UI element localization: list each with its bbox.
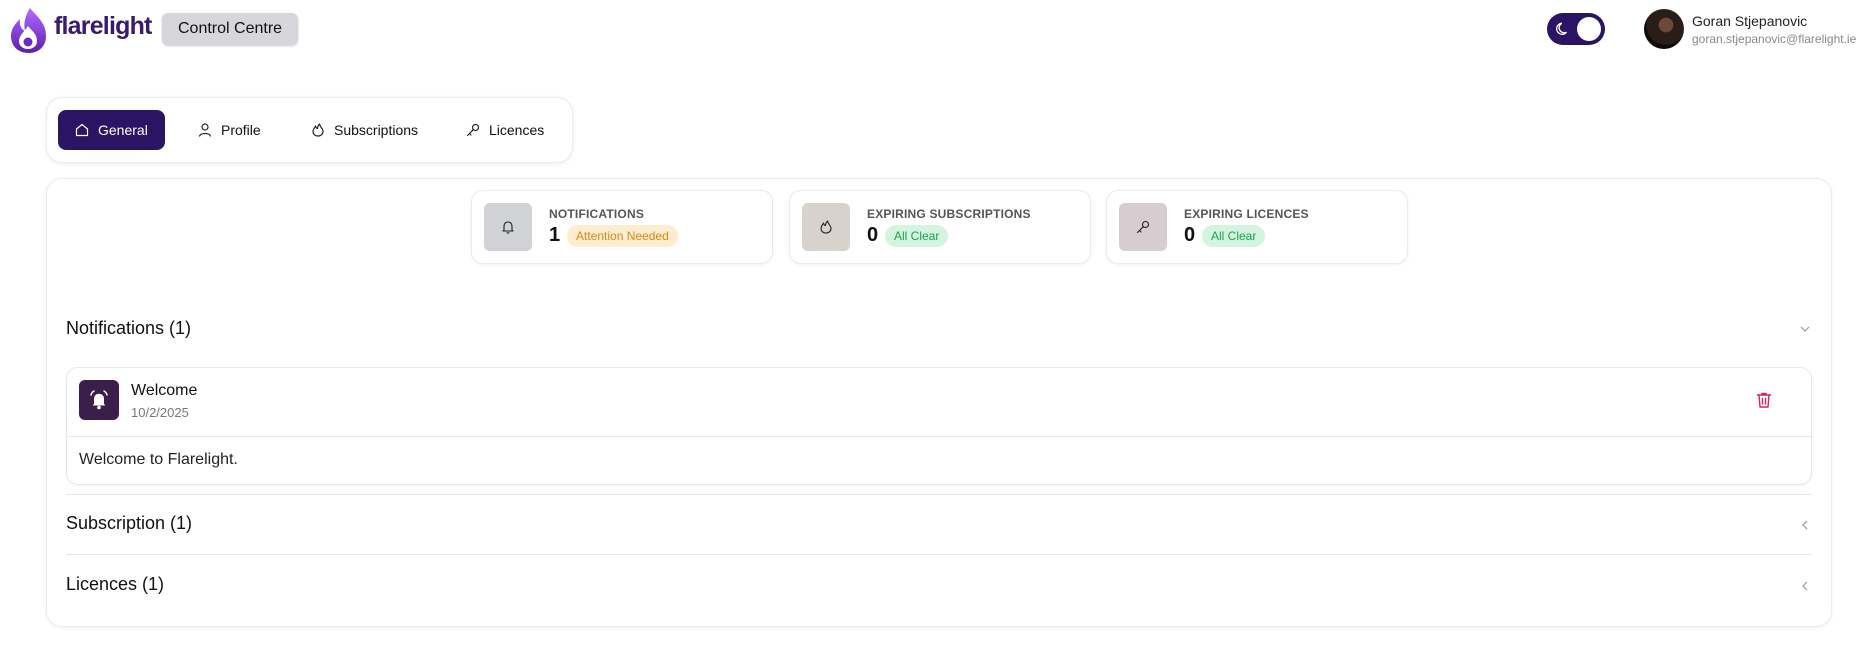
flarelight-logo-icon[interactable]	[6, 6, 52, 54]
stat-label: EXPIRING LICENCES	[1184, 207, 1309, 221]
stat-expiring-licences[interactable]: EXPIRING LICENCES 0 All Clear	[1106, 190, 1408, 264]
app-header: flarelight Control Centre Goran Stjepano…	[0, 0, 1872, 60]
notification-body: Welcome to Flarelight.	[79, 451, 238, 468]
flame-icon	[820, 220, 832, 234]
stat-label: EXPIRING SUBSCRIPTIONS	[867, 207, 1031, 221]
tab-licences[interactable]: Licences	[465, 110, 565, 150]
toggle-knob	[1577, 17, 1601, 41]
notification-avatar	[79, 380, 119, 420]
chevron-down-icon[interactable]	[1799, 323, 1811, 335]
key-icon	[466, 123, 480, 137]
user-email: goran.stjepanovic@flarelight.ie	[1692, 32, 1857, 46]
flame-icon	[312, 123, 324, 137]
notification-divider	[67, 436, 1811, 437]
notification-card: Welcome 10/2/2025 Welcome to Flarelight.	[66, 367, 1812, 485]
tab-profile[interactable]: Profile	[197, 110, 287, 150]
user-icon	[198, 123, 212, 137]
status-badge: All Clear	[885, 225, 949, 247]
stat-icon-box	[1119, 203, 1167, 251]
tab-label: Profile	[221, 122, 261, 138]
home-icon	[75, 123, 89, 137]
chevron-left-icon[interactable]	[1799, 519, 1811, 531]
status-badge: Attention Needed	[567, 225, 678, 247]
section-divider	[66, 494, 1812, 495]
section-subscription-title[interactable]: Subscription (1)	[66, 513, 192, 534]
user-name: Goran Stjepanovic	[1692, 13, 1808, 29]
tab-bar: General Profile Subscriptions Licences	[46, 97, 573, 163]
moon-icon	[1556, 22, 1568, 35]
brand-name: flarelight	[54, 12, 152, 40]
stat-count: 0	[867, 224, 879, 246]
tab-general[interactable]: General	[58, 110, 165, 150]
stat-notifications[interactable]: NOTIFICATIONS 1 Attention Needed	[471, 190, 773, 264]
tab-label: Licences	[489, 122, 545, 138]
key-icon	[1136, 220, 1150, 234]
section-notifications-title[interactable]: Notifications (1)	[66, 318, 191, 339]
stat-count: 0	[1184, 224, 1196, 246]
stat-icon-box	[802, 203, 850, 251]
section-licences-title[interactable]: Licences (1)	[66, 574, 164, 595]
stat-expiring-subscriptions[interactable]: EXPIRING SUBSCRIPTIONS 0 All Clear	[789, 190, 1091, 264]
notification-date: 10/2/2025	[131, 405, 189, 420]
stat-count: 1	[549, 224, 561, 246]
notification-title: Welcome	[131, 382, 198, 399]
general-panel: NOTIFICATIONS 1 Attention Needed EXPIRIN…	[46, 178, 1832, 627]
bell-icon	[502, 221, 514, 234]
section-divider	[66, 554, 1812, 555]
stat-icon-box	[484, 203, 532, 251]
control-centre-button[interactable]: Control Centre	[162, 13, 299, 45]
tab-label: General	[98, 122, 148, 138]
chevron-left-icon[interactable]	[1799, 580, 1811, 592]
theme-toggle[interactable]	[1547, 13, 1605, 45]
stat-label: NOTIFICATIONS	[549, 207, 645, 221]
bell-ringing-icon	[90, 390, 108, 410]
tab-label: Subscriptions	[334, 122, 419, 138]
avatar[interactable]	[1644, 9, 1684, 49]
status-badge: All Clear	[1202, 225, 1266, 247]
tab-subscriptions[interactable]: Subscriptions	[310, 110, 430, 150]
trash-icon[interactable]	[1754, 390, 1774, 410]
